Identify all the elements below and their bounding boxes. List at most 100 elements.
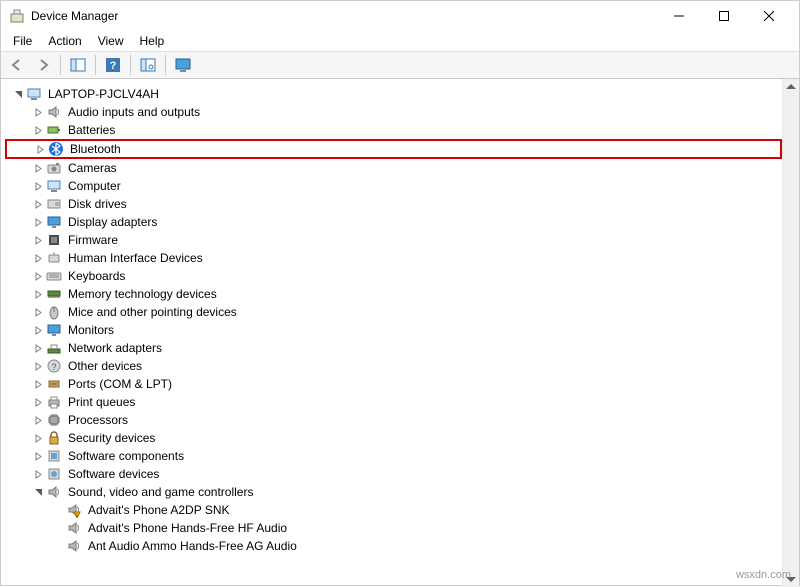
- computer-icon: [46, 178, 62, 194]
- expander-closed-icon[interactable]: [31, 431, 45, 445]
- tree-category[interactable]: Monitors: [5, 321, 782, 339]
- monitor-button[interactable]: [171, 53, 195, 77]
- expander-closed-icon[interactable]: [31, 467, 45, 481]
- menu-file[interactable]: File: [5, 32, 40, 50]
- tree-device[interactable]: Ant Audio Ammo Hands-Free AG Audio: [5, 537, 782, 555]
- toolbar-separator: [95, 55, 96, 75]
- expander-closed-icon[interactable]: [31, 161, 45, 175]
- tree-device-label: Advait's Phone Hands-Free HF Audio: [86, 521, 289, 535]
- other-icon: ?: [46, 358, 62, 374]
- expander-none: [51, 503, 65, 517]
- keyboard-icon: [46, 268, 62, 284]
- printer-icon: [46, 394, 62, 410]
- tree-category-label: Monitors: [66, 323, 116, 337]
- forward-button[interactable]: [31, 53, 55, 77]
- tree-category-label: Processors: [66, 413, 130, 427]
- expander-closed-icon[interactable]: [31, 215, 45, 229]
- mouse-icon: [46, 304, 62, 320]
- tree-category[interactable]: Network adapters: [5, 339, 782, 357]
- tree-category-label: Display adapters: [66, 215, 159, 229]
- tree-device[interactable]: Advait's Phone Hands-Free HF Audio: [5, 519, 782, 537]
- toolbar: ?: [1, 51, 799, 79]
- maximize-button[interactable]: [701, 1, 746, 31]
- tree-category[interactable]: Processors: [5, 411, 782, 429]
- tree-category-label: Sound, video and game controllers: [66, 485, 255, 499]
- tree-category[interactable]: ? Other devices: [5, 357, 782, 375]
- tree-category[interactable]: Display adapters: [5, 213, 782, 231]
- tree-root[interactable]: LAPTOP-PJCLV4AH: [5, 85, 782, 103]
- tree-category[interactable]: Memory technology devices: [5, 285, 782, 303]
- expander-closed-icon[interactable]: [31, 413, 45, 427]
- tree-category-label: Human Interface Devices: [66, 251, 205, 265]
- expander-closed-icon[interactable]: [31, 233, 45, 247]
- tree-category-label: Mice and other pointing devices: [66, 305, 239, 319]
- scan-hardware-button[interactable]: [136, 53, 160, 77]
- tree-category[interactable]: Bluetooth: [5, 139, 782, 159]
- tree-category[interactable]: Software components: [5, 447, 782, 465]
- expander-closed-icon[interactable]: [31, 359, 45, 373]
- tree-category-label: Print queues: [66, 395, 137, 409]
- tree-category[interactable]: Cameras: [5, 159, 782, 177]
- tree-category[interactable]: Software devices: [5, 465, 782, 483]
- tree-category[interactable]: Computer: [5, 177, 782, 195]
- expander-closed-icon[interactable]: [31, 179, 45, 193]
- expander-closed-icon[interactable]: [31, 377, 45, 391]
- tree-category[interactable]: Sound, video and game controllers: [5, 483, 782, 501]
- minimize-button[interactable]: [656, 1, 701, 31]
- expander-closed-icon[interactable]: [33, 142, 47, 156]
- tree-category-label: Firmware: [66, 233, 120, 247]
- software-comp-icon: [46, 448, 62, 464]
- expander-closed-icon[interactable]: [31, 251, 45, 265]
- software-dev-icon: [46, 466, 62, 482]
- tree-category[interactable]: Mice and other pointing devices: [5, 303, 782, 321]
- show-hide-console-button[interactable]: [66, 53, 90, 77]
- expander-none: [51, 539, 65, 553]
- tree-category[interactable]: Ports (COM & LPT): [5, 375, 782, 393]
- expander-closed-icon[interactable]: [31, 105, 45, 119]
- expander-closed-icon[interactable]: [31, 287, 45, 301]
- expander-closed-icon[interactable]: [31, 341, 45, 355]
- tree-category[interactable]: Disk drives: [5, 195, 782, 213]
- tree-category[interactable]: Print queues: [5, 393, 782, 411]
- vertical-scrollbar[interactable]: [782, 79, 799, 587]
- expander-closed-icon[interactable]: [31, 269, 45, 283]
- expander-open-icon[interactable]: [31, 485, 45, 499]
- tree-category-label: Batteries: [66, 123, 117, 137]
- menubar: File Action View Help: [1, 31, 799, 51]
- tree-device-label: Advait's Phone A2DP SNK: [86, 503, 232, 517]
- back-button[interactable]: [5, 53, 29, 77]
- tree-category-label: Software components: [66, 449, 186, 463]
- tree-category-label: Disk drives: [66, 197, 129, 211]
- expander-closed-icon[interactable]: [31, 323, 45, 337]
- expander-closed-icon[interactable]: [31, 449, 45, 463]
- tree-category[interactable]: Batteries: [5, 121, 782, 139]
- menu-action[interactable]: Action: [40, 32, 89, 50]
- tree-category-label: Computer: [66, 179, 123, 193]
- tree-category[interactable]: Human Interface Devices: [5, 249, 782, 267]
- expander-closed-icon[interactable]: [31, 305, 45, 319]
- expander-closed-icon[interactable]: [31, 197, 45, 211]
- expander-closed-icon[interactable]: [31, 123, 45, 137]
- tree-category[interactable]: Security devices: [5, 429, 782, 447]
- expander-closed-icon[interactable]: [31, 395, 45, 409]
- tree-category[interactable]: Firmware: [5, 231, 782, 249]
- tree-category[interactable]: Keyboards: [5, 267, 782, 285]
- tree-category[interactable]: Audio inputs and outputs: [5, 103, 782, 121]
- menu-help[interactable]: Help: [132, 32, 173, 50]
- tree-category-label: Cameras: [66, 161, 119, 175]
- svg-text:!: !: [76, 513, 77, 518]
- device-tree[interactable]: LAPTOP-PJCLV4AH Audio inputs and outputs…: [1, 79, 782, 587]
- network-icon: [46, 340, 62, 356]
- display-icon: [46, 214, 62, 230]
- close-button[interactable]: [746, 1, 791, 31]
- help-button[interactable]: ?: [101, 53, 125, 77]
- audio-icon: [46, 104, 62, 120]
- toolbar-separator: [130, 55, 131, 75]
- tree-device[interactable]: ! Advait's Phone A2DP SNK: [5, 501, 782, 519]
- toolbar-separator: [60, 55, 61, 75]
- tree-root-label: LAPTOP-PJCLV4AH: [46, 87, 161, 101]
- menu-view[interactable]: View: [90, 32, 132, 50]
- expander-open-icon[interactable]: [11, 87, 25, 101]
- tree-category-label: Software devices: [66, 467, 161, 481]
- hid-icon: [46, 250, 62, 266]
